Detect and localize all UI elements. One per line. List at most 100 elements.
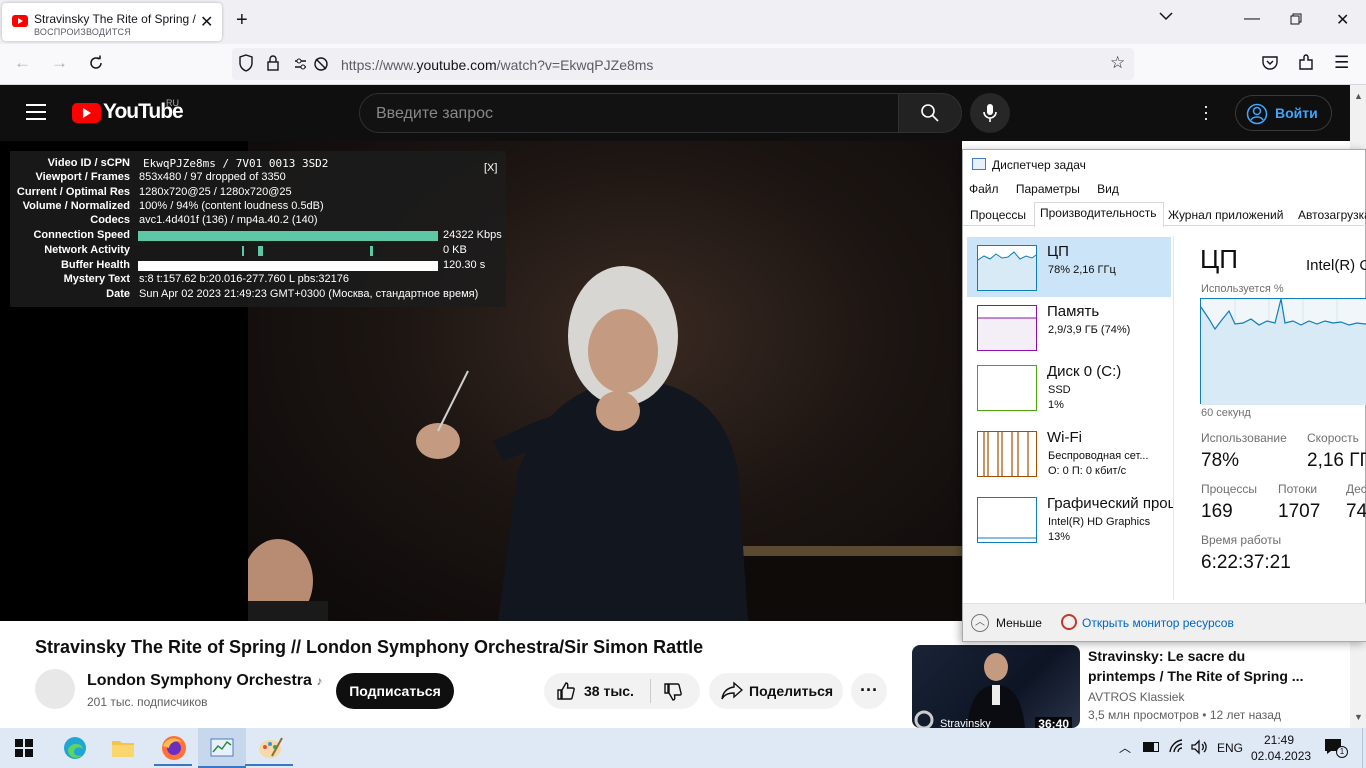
sign-in-button[interactable]: Войти xyxy=(1235,95,1332,131)
resource-item-disk[interactable]: Диск 0 (C:) SSD 1% xyxy=(967,357,1171,417)
stats-label: Date xyxy=(106,288,130,300)
recommended-title[interactable]: Stravinsky: Le sacre du printemps / The … xyxy=(1088,646,1308,686)
settings-more-icon[interactable]: · · · xyxy=(1200,97,1212,127)
recommended-thumbnail[interactable]: Stravinsky 36:40 xyxy=(912,645,1080,728)
channel-avatar[interactable] xyxy=(35,669,75,709)
stats-row-video-id: Video ID / sCPN EkwqPJZe8ms / 7V01 0013 3… xyxy=(10,157,506,172)
wifi-mini-graph xyxy=(977,431,1037,477)
buffer-health-bar xyxy=(138,261,438,271)
open-resource-monitor-link[interactable]: Открыть монитор ресурсов xyxy=(1082,616,1234,630)
disk-mini-graph xyxy=(977,365,1037,411)
clock-time: 21:49 xyxy=(1263,733,1295,747)
resource-detail: SSD xyxy=(1048,384,1071,396)
fewer-details-link[interactable]: Меньше xyxy=(996,616,1042,630)
tab-startup[interactable]: Автозагрузка xyxy=(1298,208,1366,222)
shield-icon[interactable] xyxy=(238,54,254,77)
more-actions-button[interactable]: ··· xyxy=(851,673,887,709)
gpu-mini-graph xyxy=(977,497,1037,543)
windows-start-icon[interactable] xyxy=(15,739,33,757)
like-button[interactable]: 38 тыс. xyxy=(544,673,650,709)
bookmark-star-icon[interactable]: ☆ xyxy=(1110,53,1125,73)
search-placeholder: Введите запрос xyxy=(376,105,493,122)
new-tab-icon[interactable]: + xyxy=(236,9,248,32)
stats-row-codecs: Codecs avc1.4d401f (136) / mp4a.40.2 (140… xyxy=(10,214,506,229)
windows-taskbar: ︿ ENG 21:49 02.04.2023 1 xyxy=(0,728,1366,768)
forward-icon[interactable]: → xyxy=(51,53,68,73)
usage-label: Использование xyxy=(1201,431,1287,445)
youtube-logo-icon[interactable] xyxy=(72,103,101,123)
stats-row-connection-speed: Connection Speed 24322 Kbps xyxy=(10,229,506,244)
pocket-icon[interactable] xyxy=(1261,55,1279,76)
close-tab-icon[interactable]: ✕ xyxy=(200,12,213,32)
minimize-icon[interactable]: — xyxy=(1244,10,1260,28)
search-button[interactable] xyxy=(898,93,962,133)
tab-performance[interactable]: Производительность xyxy=(1040,206,1156,220)
file-explorer-icon[interactable] xyxy=(110,736,136,760)
url-bar[interactable]: https://www.youtube.com/watch?v=EkwqPJZe… xyxy=(232,48,1134,80)
search-icon xyxy=(921,104,939,122)
guide-menu-icon[interactable] xyxy=(26,104,46,120)
resource-item-memory[interactable]: Память 2,9/3,9 ГБ (74%) xyxy=(967,297,1171,357)
stats-label: Codecs xyxy=(90,214,130,226)
memory-mini-graph xyxy=(977,305,1037,351)
stats-row-volume: Volume / Normalized 100% / 94% (content l… xyxy=(10,200,506,215)
resource-item-cpu[interactable]: ЦП 78% 2,16 ГГц xyxy=(967,237,1171,297)
resource-name: Графический процессор xyxy=(1047,495,1173,512)
firefox-icon[interactable] xyxy=(160,734,188,762)
network-activity-bar xyxy=(138,246,438,256)
thumbnail-caption: Stravinsky xyxy=(940,718,991,728)
cpu-usage-axis-label: Используется % xyxy=(1201,283,1284,295)
menu-view[interactable]: Вид xyxy=(1097,182,1119,196)
permissions-icon[interactable] xyxy=(294,56,330,77)
stats-value: 120.30 s xyxy=(443,259,486,271)
stats-row-resolution: Current / Optimal Res 1280x720@25 / 1280x… xyxy=(10,186,506,201)
lock-icon[interactable] xyxy=(266,54,280,77)
extensions-icon[interactable] xyxy=(1297,54,1315,77)
taskbar-active-app[interactable] xyxy=(198,728,246,768)
video-player[interactable]: Video ID / sCPN EkwqPJZe8ms / 7V01 0013 3… xyxy=(0,141,962,623)
recommended-channel[interactable]: AVTROS Klassiek xyxy=(1088,690,1184,704)
menu-options[interactable]: Параметры xyxy=(1016,182,1080,196)
menu-file[interactable]: Файл xyxy=(969,182,999,196)
stats-row-viewport: Viewport / Frames 853x480 / 97 dropped of… xyxy=(10,171,506,186)
youtube-favicon-icon xyxy=(12,15,28,27)
url-text[interactable]: https://www.youtube.com/watch?v=EkwqPJZe… xyxy=(341,57,653,73)
tab-playing-status: ВОСПРОИЗВОДИТСЯ xyxy=(34,27,131,37)
search-input[interactable]: Введите запрос xyxy=(359,93,899,133)
chevron-up-icon[interactable]: ︿ xyxy=(971,614,989,632)
tab-processes[interactable]: Процессы xyxy=(970,208,1026,222)
resource-item-wifi[interactable]: Wi-Fi Беспроводная сет... О: 0 П: 0 кбит… xyxy=(967,423,1171,483)
taskbar-clock[interactable]: 21:49 02.04.2023 xyxy=(1251,732,1311,764)
stats-label: Mystery Text xyxy=(63,273,130,285)
close-window-icon[interactable]: ✕ xyxy=(1336,10,1349,30)
show-desktop-button[interactable] xyxy=(1362,728,1366,768)
voice-search-button[interactable] xyxy=(970,93,1010,133)
stats-value: Sun Apr 02 2023 21:49:23 GMT+0300 (Москв… xyxy=(139,288,479,300)
channel-name[interactable]: London Symphony Orchestra ♪ xyxy=(87,672,322,690)
paint-icon[interactable] xyxy=(258,736,284,760)
volume-icon[interactable] xyxy=(1190,738,1208,759)
notifications-icon[interactable]: 1 xyxy=(1324,738,1348,758)
cpu-usage-graph xyxy=(1200,298,1366,405)
edge-browser-icon[interactable] xyxy=(62,736,88,760)
cpu-model: Intel(R) C xyxy=(1306,257,1366,274)
back-icon[interactable]: ← xyxy=(14,53,31,73)
tab-app-history[interactable]: Журнал приложений xyxy=(1168,208,1283,222)
restore-icon[interactable] xyxy=(1290,12,1302,30)
share-button[interactable]: Поделиться xyxy=(709,673,843,709)
battery-icon[interactable] xyxy=(1143,742,1159,752)
show-hidden-icons-chevron-icon[interactable]: ︿ xyxy=(1119,739,1131,756)
menu-hamburger-icon[interactable]: ☰ xyxy=(1334,53,1349,73)
reload-icon[interactable] xyxy=(87,54,105,77)
dislike-button[interactable] xyxy=(651,673,700,709)
resource-monitor-icon xyxy=(1061,614,1077,630)
wifi-icon[interactable] xyxy=(1168,738,1186,759)
recommended-age: 12 лет назад xyxy=(1209,708,1281,722)
resource-item-gpu[interactable]: Графический процессор Intel(R) HD Graphi… xyxy=(967,489,1173,549)
input-language[interactable]: ENG xyxy=(1217,741,1243,755)
chevron-down-icon[interactable] xyxy=(1158,8,1174,29)
subscribe-button[interactable]: Подписаться xyxy=(336,673,454,709)
close-stats-button[interactable]: [X] xyxy=(484,162,497,174)
share-label: Поделиться xyxy=(749,683,834,699)
browser-tab[interactable]: Stravinsky The Rite of Spring // L ВОСПР… xyxy=(2,3,222,41)
